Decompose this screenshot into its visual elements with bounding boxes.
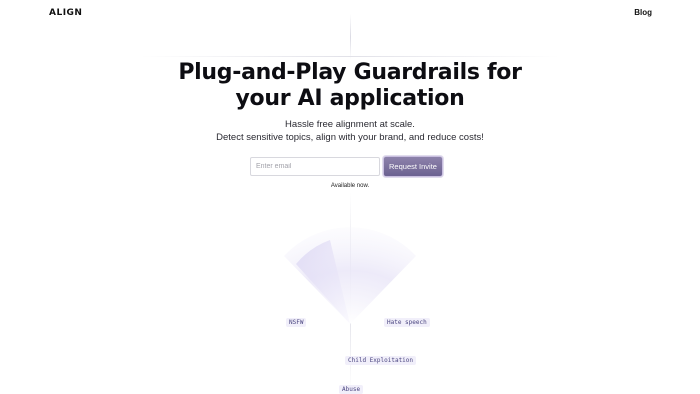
nav-blog-link[interactable]: Blog [634,8,652,17]
hero-title-line-1: Plug-and-Play Guardrails for [178,60,522,85]
hero-subtitle: Hassle free alignment at scale. Detect s… [0,118,700,144]
brand-logo[interactable]: ALIGN [49,8,82,18]
category-tag-hate-speech: Hate speech [384,318,430,327]
decorative-horizontal-line [140,56,560,57]
hero-subtitle-line-2: Detect sensitive topics, align with your… [216,132,484,143]
logo-text: ALIGN [49,8,83,18]
hero-title: Plug-and-Play Guardrails for your AI app… [0,60,700,112]
decorative-vertical-line [350,14,351,60]
request-invite-button[interactable]: Request Invite [383,156,443,177]
hero-title-line-2: your AI application [235,86,465,111]
landing-page: ALIGN Blog Plug-and-Play Guardrails for … [0,0,700,394]
hero-subtitle-line-1: Hassle free alignment at scale. [285,119,415,130]
email-input[interactable] [250,157,380,176]
category-tag-nsfw: NSFW [286,318,307,327]
category-tag-abuse: Abuse [339,385,364,394]
signup-form: Request Invite [250,156,443,178]
availability-note: Available now. [330,183,370,189]
category-tag-child-exploitation: Child Exploitation [345,356,417,365]
guardrail-fan-illustration [284,227,416,324]
fan-shape [284,227,416,324]
